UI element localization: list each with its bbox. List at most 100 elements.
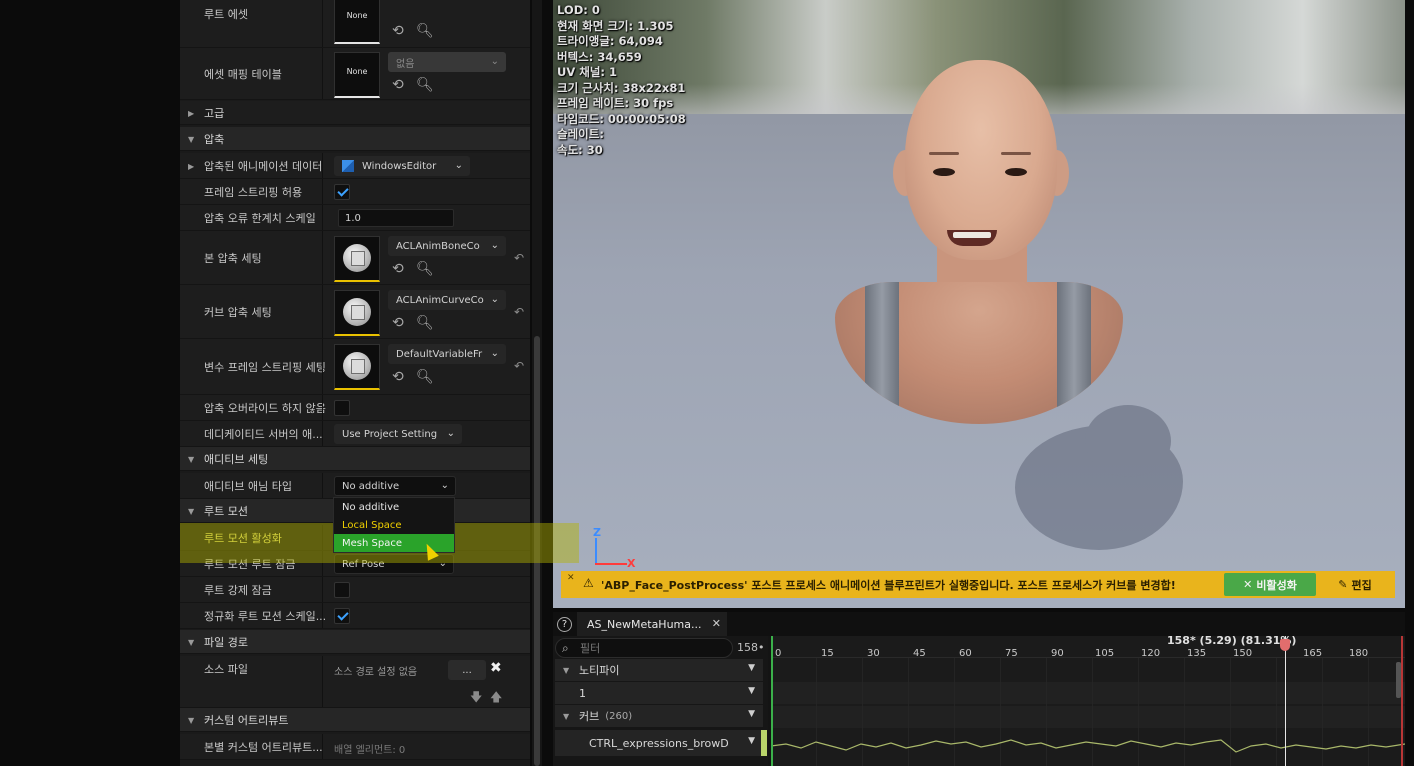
browse-source-button[interactable]: ...: [448, 660, 486, 680]
collapse-arrow-icon[interactable]: ▼: [563, 712, 569, 721]
track-notify-1[interactable]: 1 ▼: [555, 682, 763, 704]
browse-asset-icon[interactable]: 🔍︎: [416, 78, 434, 92]
section-import-path-label: 파일 경로: [204, 636, 248, 649]
ruler-tick-label: 165: [1303, 648, 1323, 659]
clear-source-icon[interactable]: ✖: [490, 660, 502, 676]
thumbnail-curve-compression[interactable]: [334, 290, 380, 336]
browse-asset-icon[interactable]: 🔍︎: [416, 316, 434, 330]
label-compressed-data: 압축된 애니메이션 데이터: [204, 159, 323, 173]
asset-cube-icon: [343, 298, 371, 326]
section-custom-attributes[interactable]: ▼ 커스텀 어트리뷰트: [180, 708, 530, 732]
row-force-root-lock: 루트 강제 잠금: [180, 577, 530, 603]
label-bone-compression: 본 압축 세팅: [204, 251, 262, 265]
section-additive[interactable]: ▼ 애디티브 세팅: [180, 447, 530, 471]
browse-asset-icon[interactable]: 🔍︎: [416, 370, 434, 384]
move-down-icon[interactable]: 🡇: [470, 688, 482, 709]
track-options-dropdown-icon[interactable]: ▼: [748, 736, 755, 746]
ruler-tick-label: 15: [821, 648, 834, 659]
current-frame-label: 158* (5.29) (81.31%): [1167, 636, 1297, 647]
stat-frame-rate: 프레임 레이트: 30 fps: [557, 96, 674, 110]
expand-arrow-icon[interactable]: ▶: [188, 162, 194, 171]
label-curve-compression: 커브 압축 세팅: [204, 305, 272, 319]
thumbnail-asset-mapping[interactable]: None: [334, 52, 380, 98]
row-compressed-data: ▶ 압축된 애니메이션 데이터 WindowsEditor ⌄: [180, 153, 530, 179]
warning-icon: ⚠: [583, 576, 594, 590]
reset-to-default-icon[interactable]: ↶: [514, 305, 524, 319]
asset-mapping-combo[interactable]: 없음 ⌄: [388, 52, 506, 72]
ruler-tick-label: 180: [1349, 648, 1369, 659]
reset-to-default-icon[interactable]: ↶: [514, 359, 524, 373]
allow-frame-strip-checkbox[interactable]: [334, 184, 350, 200]
close-icon[interactable]: ✕: [567, 573, 575, 583]
force-root-lock-checkbox[interactable]: [334, 582, 350, 598]
curve-compression-combo[interactable]: ACLAnimCurveCo ⌄: [388, 290, 506, 310]
ruler-tick-label: 45: [913, 648, 926, 659]
playhead-handle[interactable]: [1280, 639, 1290, 651]
section-compression[interactable]: ▼ 압축: [180, 127, 530, 151]
var-frame-strip-combo[interactable]: DefaultVariableFr ⌄: [388, 344, 506, 364]
track-notifies[interactable]: ▼ 노티파이 ▼: [555, 659, 763, 681]
chevron-down-icon: ⌄: [490, 240, 499, 251]
close-icon: ✕: [1243, 578, 1253, 591]
track-curve-item[interactable]: CTRL_expressions_browD ▼: [555, 730, 767, 756]
dedicated-server-value: Use Project Setting: [342, 428, 438, 440]
track-options-dropdown-icon[interactable]: ▼: [748, 663, 755, 673]
thumb-none-text: None: [346, 11, 368, 20]
timeline-area[interactable]: 0 15 30 45 60 75 90 105 120 135 150 165 …: [771, 636, 1405, 766]
stat-slate: 슬레이트:: [557, 127, 604, 141]
use-selected-icon[interactable]: ⟲: [392, 24, 404, 38]
edit-button-label: 편집: [1351, 578, 1372, 592]
thumbnail-retarget-asset[interactable]: None: [334, 0, 380, 44]
details-scrollbar[interactable]: [532, 0, 542, 766]
track-notifies-label: 노티파이: [579, 664, 620, 677]
section-import-path[interactable]: ▼ 파일 경로: [180, 630, 530, 654]
playhead-line[interactable]: [1285, 636, 1286, 766]
browse-asset-icon[interactable]: 🔍︎: [416, 262, 434, 276]
warning-message: 'ABP_Face_PostProcess' 포스트 프로세스 애니메이션 블루…: [601, 578, 1176, 592]
section-advanced-label: 고급: [204, 107, 225, 120]
collapse-arrow-icon[interactable]: ▼: [563, 666, 569, 675]
collapse-arrow-icon: ▼: [188, 455, 195, 464]
no-override-checkbox[interactable]: [334, 400, 350, 416]
frame-count: 158•: [737, 641, 765, 654]
help-icon[interactable]: ?: [557, 617, 572, 632]
additive-type-dropdown[interactable]: No additive Local Space Mesh Space: [333, 497, 455, 553]
section-custom-attributes-label: 커스텀 어트리뷰트: [204, 714, 289, 727]
additive-type-value: No additive: [342, 480, 400, 492]
track-curves[interactable]: ▼ 커브 (260) ▼: [555, 705, 763, 727]
edit-button[interactable]: ✎ 편집: [1322, 573, 1388, 596]
track-filter-input[interactable]: ⌕ 필터: [555, 638, 733, 658]
timeline-ruler[interactable]: 0 15 30 45 60 75 90 105 120 135 150 165 …: [771, 636, 1405, 659]
thumbnail-var-frame-strip[interactable]: [334, 344, 380, 390]
track-options-dropdown-icon[interactable]: ▼: [748, 709, 755, 719]
thumbnail-bone-compression[interactable]: [334, 236, 380, 282]
platform-combo[interactable]: WindowsEditor ⌄: [334, 156, 470, 176]
disable-button[interactable]: ✕ 비활성화: [1224, 573, 1316, 596]
row-asset-mapping: 에셋 매핑 테이블 None 없음 ⌄ ⟲ 🔍︎: [180, 48, 530, 100]
normalize-root-checkbox[interactable]: [334, 608, 350, 624]
character-shadow: [1015, 405, 1183, 550]
bone-compression-combo[interactable]: ACLAnimBoneCo ⌄: [388, 236, 506, 256]
tab-anim-sequence[interactable]: AS_NewMetaHuma... ✕: [577, 612, 727, 636]
preview-viewport[interactable]: LOD: 0 현재 화면 크기: 1.305 트라이앵글: 64,094 버텍스…: [553, 0, 1405, 608]
option-no-additive[interactable]: No additive: [334, 498, 454, 516]
additive-type-combo[interactable]: No additive ⌄: [334, 476, 456, 496]
use-selected-icon[interactable]: ⟲: [392, 262, 404, 276]
track-curves-name: 커브: [579, 710, 600, 723]
stat-approx-size: 크기 근사치: 38x22x81: [557, 80, 686, 95]
browse-asset-icon[interactable]: 🔍︎: [416, 24, 434, 38]
dedicated-server-combo[interactable]: Use Project Setting ⌄: [334, 424, 462, 444]
track-options-dropdown-icon[interactable]: ▼: [748, 686, 755, 696]
close-tab-icon[interactable]: ✕: [712, 617, 721, 630]
error-scale-input[interactable]: 1.0: [338, 209, 454, 227]
label-retarget-asset: 루트 에셋: [204, 8, 248, 21]
option-local-space[interactable]: Local Space: [334, 516, 454, 534]
timeline-vscroll[interactable]: [1396, 662, 1401, 698]
use-selected-icon[interactable]: ⟲: [392, 78, 404, 92]
section-advanced[interactable]: ▶ 고급: [180, 101, 530, 125]
move-up-icon[interactable]: 🡅: [490, 688, 502, 709]
use-selected-icon[interactable]: ⟲: [392, 370, 404, 384]
use-selected-icon[interactable]: ⟲: [392, 316, 404, 330]
ruler-tick-label: 0: [775, 648, 782, 659]
reset-to-default-icon[interactable]: ↶: [514, 251, 524, 265]
